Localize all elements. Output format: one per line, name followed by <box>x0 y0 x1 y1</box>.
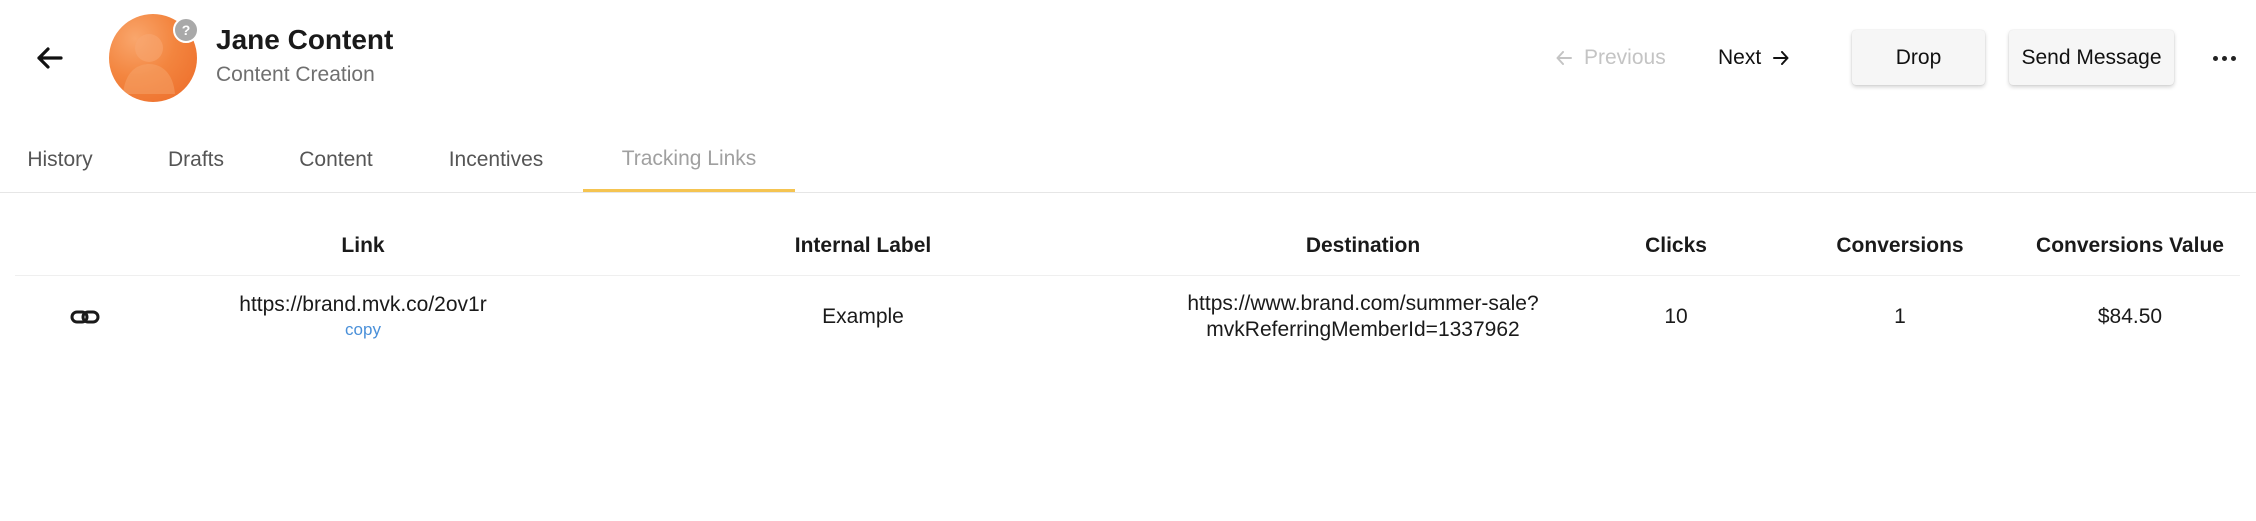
more-options-button[interactable] <box>2206 42 2242 74</box>
arrow-left-small-icon <box>1556 51 1572 65</box>
header: ? Jane Content Content Creation Previous… <box>0 0 2256 115</box>
conversions-cell: 1 <box>1894 305 1906 328</box>
link-cell: https://brand.mvk.co/2ov1r copy <box>203 277 523 357</box>
page: ? Jane Content Content Creation Previous… <box>0 0 2256 521</box>
link-icon <box>70 310 100 324</box>
avatar-help-badge[interactable]: ? <box>173 17 199 43</box>
previous-label: Previous <box>1584 46 1666 69</box>
tab-content[interactable]: Content <box>296 128 376 192</box>
more-dot <box>2230 55 2236 61</box>
conversions-value-cell: $84.50 <box>2097 305 2163 328</box>
drop-button[interactable]: Drop <box>1852 30 1985 85</box>
column-header-link: Link <box>341 234 385 257</box>
tab-tracking-links[interactable]: Tracking Links <box>583 128 795 192</box>
destination-line-2: mvkReferringMemberId=1337962 <box>1206 318 1520 341</box>
send-message-button[interactable]: Send Message <box>2009 30 2174 85</box>
previous-button[interactable]: Previous <box>1556 42 1666 74</box>
creator-subtitle: Content Creation <box>216 63 375 86</box>
destination-cell: https://www.brand.com/summer-sale? mvkRe… <box>1133 277 1593 357</box>
clicks-cell: 10 <box>1664 305 1688 328</box>
more-dot <box>2221 55 2227 61</box>
table-row: https://brand.mvk.co/2ov1r copy Example … <box>15 277 2240 357</box>
internal-label-cell: Example <box>822 305 904 328</box>
tab-history[interactable]: History <box>25 128 95 192</box>
copy-link-button[interactable]: copy <box>345 318 381 342</box>
tab-drafts[interactable]: Drafts <box>164 128 228 192</box>
tab-bar: History Drafts Content Incentives Tracki… <box>0 128 2256 193</box>
arrow-right-small-icon <box>1773 51 1789 65</box>
arrow-left-icon <box>37 47 63 69</box>
column-header-internal-label: Internal Label <box>794 234 932 257</box>
more-dot <box>2212 55 2218 61</box>
next-button[interactable]: Next <box>1718 42 1789 74</box>
column-header-conversions: Conversions <box>1836 234 1964 257</box>
destination-line-1: https://www.brand.com/summer-sale? <box>1187 292 1539 315</box>
tab-incentives[interactable]: Incentives <box>445 128 547 192</box>
creator-name: Jane Content <box>216 24 394 55</box>
column-header-clicks: Clicks <box>1645 234 1707 257</box>
column-header-conversions-value: Conversions Value <box>2036 234 2224 257</box>
back-button[interactable] <box>30 38 70 78</box>
link-icon-cell <box>45 277 125 357</box>
next-label: Next <box>1718 46 1762 69</box>
column-header-destination: Destination <box>1305 234 1421 257</box>
table-header: Link Internal Label Destination Clicks C… <box>15 220 2240 276</box>
tracking-link-url[interactable]: https://brand.mvk.co/2ov1r <box>239 292 486 318</box>
